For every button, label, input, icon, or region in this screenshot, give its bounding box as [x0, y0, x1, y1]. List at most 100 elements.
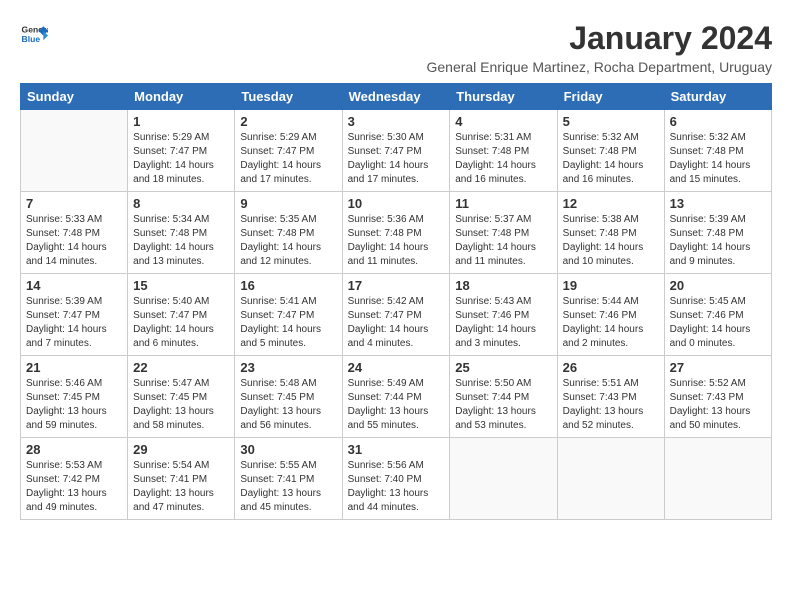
day-info: Sunrise: 5:50 AMSunset: 7:44 PMDaylight:…: [455, 377, 551, 433]
day-number: 24: [348, 360, 445, 375]
day-number: 29: [133, 442, 229, 457]
calendar-cell: 15 Sunrise: 5:40 AMSunset: 7:47 PMDayligh…: [128, 274, 235, 356]
calendar-cell: 21 Sunrise: 5:46 AMSunset: 7:45 PMDayligh…: [21, 356, 128, 438]
calendar-cell: 3Sunrise: 5:30 AMSunset: 7:47 PMDaylight…: [342, 110, 450, 192]
calendar-table: SundayMondayTuesdayWednesdayThursdayFrid…: [20, 83, 772, 520]
calendar-cell: 31Sunrise: 5:56 AMSunset: 7:40 PMDayligh…: [342, 438, 450, 520]
day-number: 21: [26, 360, 122, 375]
calendar-cell: 23 Sunrise: 5:48 AMSunset: 7:45 PMDayligh…: [235, 356, 342, 438]
day-info: Sunrise: 5:32 AMSunset: 7:48 PMDaylight:…: [670, 131, 766, 187]
week-row-1: 1 Sunrise: 5:29 AMSunset: 7:47 PMDaylight…: [21, 110, 772, 192]
calendar-cell: 14 Sunrise: 5:39 AMSunset: 7:47 PMDayligh…: [21, 274, 128, 356]
day-number: 13: [670, 196, 766, 211]
day-number: 9: [240, 196, 336, 211]
calendar-cell: 22 Sunrise: 5:47 AMSunset: 7:45 PMDayligh…: [128, 356, 235, 438]
day-info: Sunrise: 5:55 AMSunset: 7:41 PMDaylight:…: [240, 459, 336, 515]
day-info: Sunrise: 5:47 AMSunset: 7:45 PMDaylight:…: [133, 377, 229, 433]
calendar-cell: 9 Sunrise: 5:35 AMSunset: 7:48 PMDaylight…: [235, 192, 342, 274]
day-number: 2: [240, 114, 336, 129]
week-row-3: 14 Sunrise: 5:39 AMSunset: 7:47 PMDayligh…: [21, 274, 772, 356]
weekday-header-tuesday: Tuesday: [235, 84, 342, 110]
day-info: Sunrise: 5:52 AMSunset: 7:43 PMDaylight:…: [670, 377, 766, 433]
day-info: Sunrise: 5:51 AMSunset: 7:43 PMDaylight:…: [563, 377, 659, 433]
day-info: Sunrise: 5:35 AMSunset: 7:48 PMDaylight:…: [240, 213, 336, 269]
day-number: 16: [240, 278, 336, 293]
title-block: January 2024 General Enrique Martinez, R…: [426, 20, 772, 75]
calendar-cell: 17Sunrise: 5:42 AMSunset: 7:47 PMDayligh…: [342, 274, 450, 356]
weekday-header-saturday: Saturday: [664, 84, 771, 110]
day-info: Sunrise: 5:36 AMSunset: 7:48 PMDaylight:…: [348, 213, 445, 269]
day-number: 14: [26, 278, 122, 293]
day-info: Sunrise: 5:54 AMSunset: 7:41 PMDaylight:…: [133, 459, 229, 515]
calendar-cell: [21, 110, 128, 192]
week-row-5: 28Sunrise: 5:53 AMSunset: 7:42 PMDayligh…: [21, 438, 772, 520]
day-info: Sunrise: 5:31 AMSunset: 7:48 PMDaylight:…: [455, 131, 551, 187]
day-info: Sunrise: 5:38 AMSunset: 7:48 PMDaylight:…: [563, 213, 659, 269]
day-number: 15: [133, 278, 229, 293]
calendar-cell: [450, 438, 557, 520]
weekday-header-monday: Monday: [128, 84, 235, 110]
day-info: Sunrise: 5:37 AMSunset: 7:48 PMDaylight:…: [455, 213, 551, 269]
calendar-cell: 11 Sunrise: 5:37 AMSunset: 7:48 PMDayligh…: [450, 192, 557, 274]
month-title: January 2024: [426, 20, 772, 57]
calendar-cell: [557, 438, 664, 520]
day-number: 5: [563, 114, 659, 129]
day-number: 23: [240, 360, 336, 375]
calendar-cell: 27Sunrise: 5:52 AMSunset: 7:43 PMDayligh…: [664, 356, 771, 438]
weekday-header-friday: Friday: [557, 84, 664, 110]
day-number: 6: [670, 114, 766, 129]
calendar-cell: 20 Sunrise: 5:45 AMSunset: 7:46 PMDayligh…: [664, 274, 771, 356]
calendar-cell: 2Sunrise: 5:29 AMSunset: 7:47 PMDaylight…: [235, 110, 342, 192]
day-info: Sunrise: 5:49 AMSunset: 7:44 PMDaylight:…: [348, 377, 445, 433]
day-number: 10: [348, 196, 445, 211]
day-info: Sunrise: 5:33 AMSunset: 7:48 PMDaylight:…: [26, 213, 122, 269]
calendar-cell: 16 Sunrise: 5:41 AMSunset: 7:47 PMDayligh…: [235, 274, 342, 356]
day-info: Sunrise: 5:56 AMSunset: 7:40 PMDaylight:…: [348, 459, 445, 515]
weekday-header-wednesday: Wednesday: [342, 84, 450, 110]
calendar-cell: 1 Sunrise: 5:29 AMSunset: 7:47 PMDaylight…: [128, 110, 235, 192]
calendar-cell: 13 Sunrise: 5:39 AMSunset: 7:48 PMDayligh…: [664, 192, 771, 274]
day-info: Sunrise: 5:40 AMSunset: 7:47 PMDaylight:…: [133, 295, 229, 351]
day-info: Sunrise: 5:43 AMSunset: 7:46 PMDaylight:…: [455, 295, 551, 351]
day-info: Sunrise: 5:39 AMSunset: 7:48 PMDaylight:…: [670, 213, 766, 269]
weekday-header-row: SundayMondayTuesdayWednesdayThursdayFrid…: [21, 84, 772, 110]
day-number: 22: [133, 360, 229, 375]
day-info: Sunrise: 5:48 AMSunset: 7:45 PMDaylight:…: [240, 377, 336, 433]
calendar-cell: 6 Sunrise: 5:32 AMSunset: 7:48 PMDaylight…: [664, 110, 771, 192]
logo-icon: General Blue: [20, 20, 48, 48]
day-info: Sunrise: 5:39 AMSunset: 7:47 PMDaylight:…: [26, 295, 122, 351]
week-row-2: 7Sunrise: 5:33 AMSunset: 7:48 PMDaylight…: [21, 192, 772, 274]
day-number: 20: [670, 278, 766, 293]
calendar-cell: 4Sunrise: 5:31 AMSunset: 7:48 PMDaylight…: [450, 110, 557, 192]
page-header: General Blue January 2024 General Enriqu…: [20, 20, 772, 75]
day-info: Sunrise: 5:29 AMSunset: 7:47 PMDaylight:…: [133, 131, 229, 187]
calendar-cell: 26 Sunrise: 5:51 AMSunset: 7:43 PMDayligh…: [557, 356, 664, 438]
calendar-cell: 29 Sunrise: 5:54 AMSunset: 7:41 PMDayligh…: [128, 438, 235, 520]
day-info: Sunrise: 5:53 AMSunset: 7:42 PMDaylight:…: [26, 459, 122, 515]
day-number: 18: [455, 278, 551, 293]
day-info: Sunrise: 5:44 AMSunset: 7:46 PMDaylight:…: [563, 295, 659, 351]
calendar-cell: 8 Sunrise: 5:34 AMSunset: 7:48 PMDaylight…: [128, 192, 235, 274]
calendar-cell: 10 Sunrise: 5:36 AMSunset: 7:48 PMDayligh…: [342, 192, 450, 274]
calendar-cell: 25 Sunrise: 5:50 AMSunset: 7:44 PMDayligh…: [450, 356, 557, 438]
weekday-header-thursday: Thursday: [450, 84, 557, 110]
day-number: 26: [563, 360, 659, 375]
day-info: Sunrise: 5:46 AMSunset: 7:45 PMDaylight:…: [26, 377, 122, 433]
calendar-cell: [664, 438, 771, 520]
day-info: Sunrise: 5:30 AMSunset: 7:47 PMDaylight:…: [348, 131, 445, 187]
day-number: 25: [455, 360, 551, 375]
day-number: 1: [133, 114, 229, 129]
calendar-cell: 30Sunrise: 5:55 AMSunset: 7:41 PMDayligh…: [235, 438, 342, 520]
day-number: 8: [133, 196, 229, 211]
day-number: 19: [563, 278, 659, 293]
calendar-cell: 12Sunrise: 5:38 AMSunset: 7:48 PMDayligh…: [557, 192, 664, 274]
day-info: Sunrise: 5:41 AMSunset: 7:47 PMDaylight:…: [240, 295, 336, 351]
day-info: Sunrise: 5:45 AMSunset: 7:46 PMDaylight:…: [670, 295, 766, 351]
logo: General Blue: [20, 20, 48, 48]
svg-text:Blue: Blue: [22, 34, 41, 44]
calendar-cell: 24 Sunrise: 5:49 AMSunset: 7:44 PMDayligh…: [342, 356, 450, 438]
day-number: 11: [455, 196, 551, 211]
weekday-header-sunday: Sunday: [21, 84, 128, 110]
day-info: Sunrise: 5:34 AMSunset: 7:48 PMDaylight:…: [133, 213, 229, 269]
calendar-cell: 28Sunrise: 5:53 AMSunset: 7:42 PMDayligh…: [21, 438, 128, 520]
